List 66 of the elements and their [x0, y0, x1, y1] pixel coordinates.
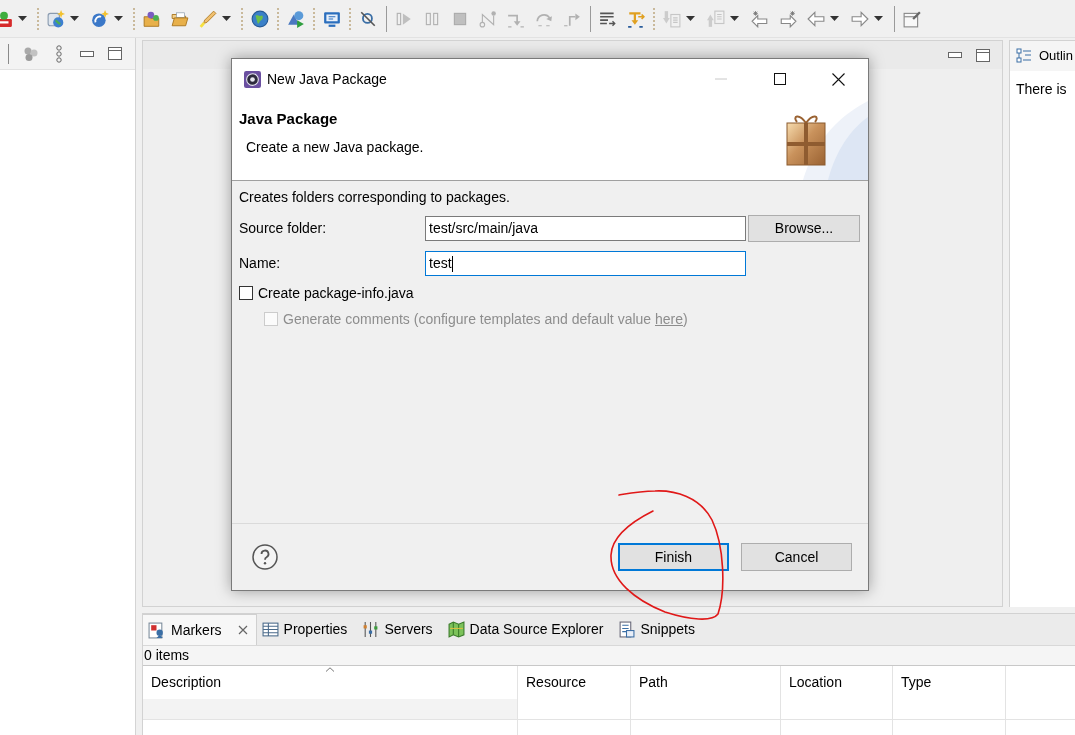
dropdown-caret-icon[interactable]	[874, 16, 883, 21]
open-folder-icon[interactable]	[171, 9, 189, 28]
arrow-right-star-icon[interactable]	[779, 9, 797, 28]
circle-slash-icon[interactable]	[359, 9, 377, 28]
dropdown-caret-icon[interactable]	[114, 16, 123, 21]
field-label: Source folder:	[239, 220, 327, 236]
dialog-title: New Java Package	[267, 69, 387, 89]
panel-tab[interactable]: Properties	[256, 614, 358, 645]
text-field[interactable]: test/src/main/java	[425, 216, 746, 241]
shapes-play-icon[interactable]	[287, 9, 305, 28]
panel-tab[interactable]: Data Source Explorer	[442, 614, 614, 645]
tab-label: Markers	[171, 620, 222, 640]
globe-icon[interactable]	[251, 9, 269, 28]
dropdown-caret-icon[interactable]	[830, 16, 839, 21]
page-title: Java Package	[239, 109, 338, 129]
arrow-left-star-icon[interactable]	[751, 9, 769, 28]
close-icon[interactable]	[832, 72, 845, 86]
field-label: Name:	[239, 255, 281, 271]
checkbox-label[interactable]: Create package-info.java	[258, 282, 414, 304]
ring-tile-icon	[244, 70, 261, 88]
folder-balls-icon[interactable]	[143, 9, 161, 28]
browse-button[interactable]: Browse...	[748, 215, 860, 242]
checkbox[interactable]	[239, 286, 253, 300]
dropdown-caret-icon[interactable]	[18, 16, 27, 21]
text-field[interactable]: test	[425, 251, 746, 276]
globe-sparkle-icon[interactable]	[47, 9, 65, 28]
cluster-icon[interactable]	[22, 45, 40, 62]
page-description: Create a new Java package.	[246, 138, 424, 156]
arrow-left-icon[interactable]	[807, 9, 825, 28]
minimize-icon[interactable]	[948, 52, 962, 58]
window-pen-icon[interactable]	[903, 9, 921, 28]
markers-icon	[148, 621, 165, 639]
help-icon[interactable]	[252, 544, 278, 570]
arrow-right-icon[interactable]	[851, 9, 869, 28]
dialog-message: Creates folders corresponding to packages.	[239, 189, 510, 206]
tab-label: Snippets	[640, 620, 695, 639]
column-header[interactable]: Path	[631, 666, 781, 699]
snippets-icon	[618, 621, 636, 638]
step-filter-icon[interactable]	[627, 9, 645, 28]
dropdown-caret-icon[interactable]	[222, 16, 231, 21]
column-header[interactable]: Type	[893, 666, 1006, 699]
tab-label: Properties	[283, 620, 348, 639]
pen-icon[interactable]	[199, 9, 217, 28]
sparkle-circle-icon[interactable]	[91, 9, 109, 28]
data-source-icon	[447, 621, 465, 638]
minimize-icon[interactable]	[80, 50, 94, 57]
sort-indicator-icon	[325, 667, 335, 672]
column-header[interactable]: Location	[781, 666, 893, 699]
panel-tab[interactable]: Snippets	[613, 614, 705, 645]
dropdown-caret-icon[interactable]	[70, 16, 79, 21]
properties-icon	[261, 621, 279, 638]
monitor-icon[interactable]	[323, 9, 341, 28]
panel-tab[interactable]: Servers	[357, 614, 443, 645]
maximize-icon[interactable]	[773, 73, 786, 85]
outline-message: There is	[1016, 81, 1067, 97]
view-menu-icon[interactable]	[55, 44, 63, 63]
toolbox-icon[interactable]	[0, 9, 13, 28]
dialog-button[interactable]: Cancel	[741, 543, 852, 571]
dialog-button[interactable]: Finish	[618, 543, 729, 571]
tab-label: Servers	[384, 620, 433, 639]
servers-icon	[362, 621, 380, 638]
outline-icon[interactable]	[1016, 48, 1032, 64]
item-count: 0 items	[143, 646, 190, 665]
panel-tab[interactable]: Markers	[143, 614, 257, 645]
tab-label: Data Source Explorer	[469, 620, 604, 639]
column-header[interactable]: Resource	[518, 666, 631, 699]
